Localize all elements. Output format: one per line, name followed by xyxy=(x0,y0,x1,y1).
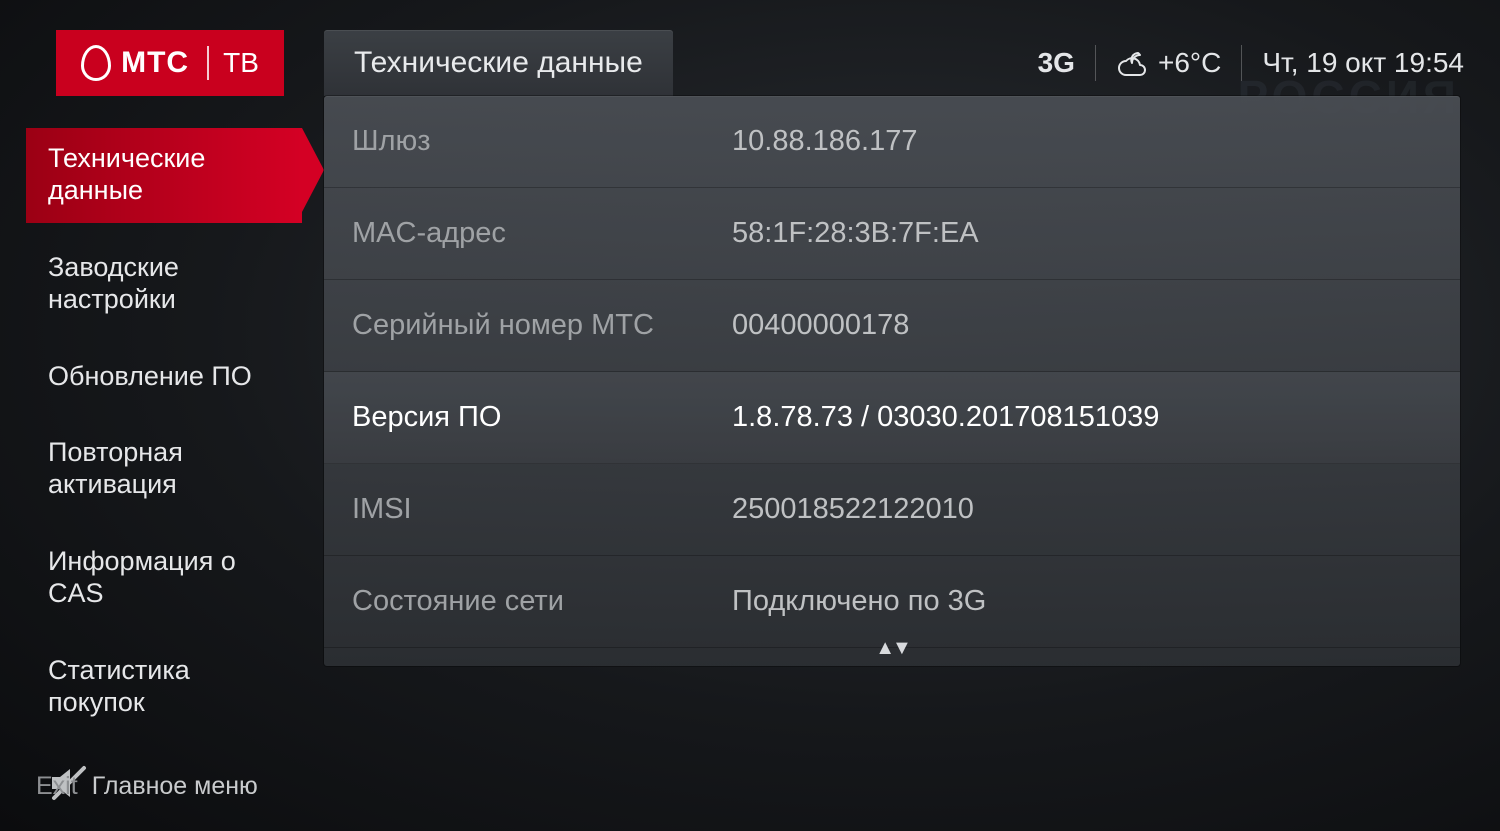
sidebar-item-label: Обновление ПО xyxy=(48,361,252,391)
row-value: Подключено по 3G xyxy=(732,585,986,618)
footer-hint: Exit Главное меню xyxy=(36,772,258,801)
row-label: MAC-адрес xyxy=(352,217,732,250)
sidebar-item-label: Повторная активация xyxy=(48,437,183,499)
row-imsi: IMSI 250018522122010 xyxy=(324,464,1460,556)
row-value: 00400000178 xyxy=(732,309,909,342)
row-software-version[interactable]: Версия ПО 1.8.78.73 / 03030.201708151039 xyxy=(324,372,1460,464)
row-gateway: Шлюз 10.88.186.177 xyxy=(324,96,1460,188)
technical-data-panel: Шлюз 10.88.186.177 MAC-адрес 58:1F:28:3B… xyxy=(324,96,1460,666)
sidebar-item-purchase-stats[interactable]: Статистика покупок xyxy=(26,640,302,735)
sidebar-item-software-update[interactable]: Обновление ПО xyxy=(26,346,302,408)
row-label: Версия ПО xyxy=(352,401,732,434)
mts-egg-icon xyxy=(81,45,111,81)
brand-logo: МТС ТВ xyxy=(56,30,284,96)
row-value: 10.88.186.177 xyxy=(732,125,917,158)
row-label: IMSI xyxy=(352,493,732,526)
weather-widget: +6°C xyxy=(1116,47,1221,79)
row-value: 250018522122010 xyxy=(732,493,974,526)
brand-name: МТС xyxy=(121,46,189,80)
row-value: 58:1F:28:3B:7F:EA xyxy=(732,217,979,250)
datetime-label: Чт, 19 окт 19:54 xyxy=(1262,47,1464,79)
sidebar-item-label: Информация о CAS xyxy=(48,546,236,608)
row-network-state: Состояние сети Подключено по 3G xyxy=(324,556,1460,648)
sidebar-item-label: Статистика покупок xyxy=(48,655,190,717)
row-value: 1.8.78.73 / 03030.201708151039 xyxy=(732,401,1159,434)
sidebar: Технические данные Заводские настройки О… xyxy=(26,128,302,804)
row-label: Состояние сети xyxy=(352,585,732,618)
scroll-up-down-icon[interactable]: ▲▼ xyxy=(875,637,909,660)
sidebar-item-tech-data[interactable]: Технические данные xyxy=(26,128,302,223)
sidebar-item-label: Заводские настройки xyxy=(48,252,179,314)
row-serial-number: Серийный номер МТС 00400000178 xyxy=(324,280,1460,372)
header-bar: МТС ТВ Технические данные 3G +6°C Чт, 19… xyxy=(0,30,1500,96)
temperature-value: +6°C xyxy=(1158,47,1221,79)
status-bar: 3G +6°C Чт, 19 окт 19:54 xyxy=(1038,30,1464,96)
sidebar-item-label: Технические данные xyxy=(48,143,205,205)
brand-suffix: ТВ xyxy=(223,47,259,79)
connection-badge: 3G xyxy=(1038,47,1075,79)
sidebar-item-reactivation[interactable]: Повторная активация xyxy=(26,422,302,517)
row-label: Серийный номер МТС xyxy=(352,309,732,342)
status-separator xyxy=(1095,45,1096,81)
exit-key-label: Exit xyxy=(36,772,78,801)
cloud-night-icon xyxy=(1116,49,1148,77)
status-separator xyxy=(1241,45,1242,81)
brand-divider xyxy=(207,46,209,80)
sidebar-item-cas-info[interactable]: Информация о CAS xyxy=(26,531,302,626)
row-mac-address: MAC-адрес 58:1F:28:3B:7F:EA xyxy=(324,188,1460,280)
sidebar-item-factory-reset[interactable]: Заводские настройки xyxy=(26,237,302,332)
row-label: Шлюз xyxy=(352,125,732,158)
panel-title: Технические данные xyxy=(324,30,673,96)
exit-destination-label: Главное меню xyxy=(92,772,258,801)
